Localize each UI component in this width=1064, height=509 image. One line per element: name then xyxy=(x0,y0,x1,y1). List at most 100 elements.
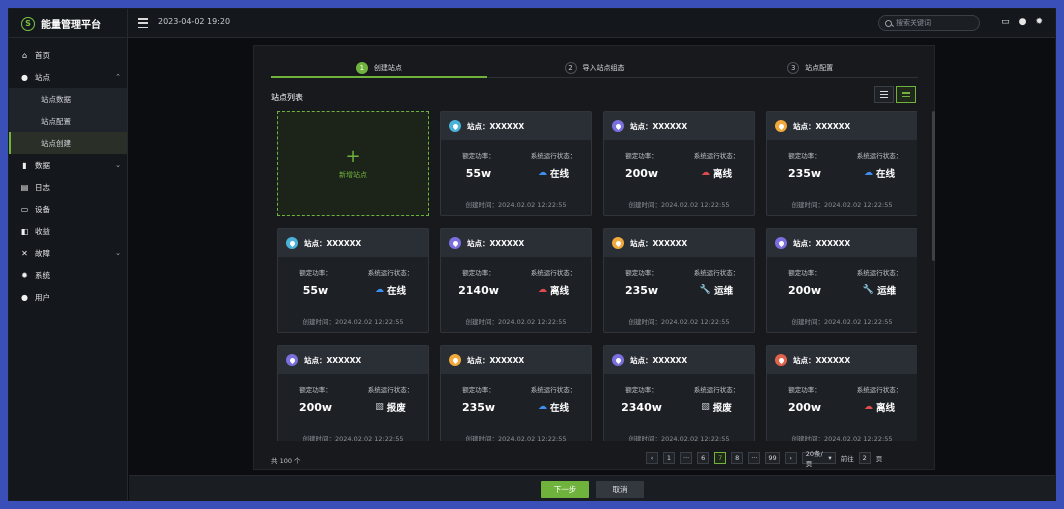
monitor-icon[interactable]: ▭ xyxy=(1001,17,1010,27)
step-2[interactable]: 2 导入站点组态 xyxy=(487,58,703,77)
created-time-value: 2024.02.02 12:22:55 xyxy=(661,318,730,326)
site-card-header: 站点：XXXXXX xyxy=(767,112,917,140)
sidebar-subitem-2[interactable]: 站点创建 xyxy=(9,132,127,154)
next-page-button[interactable]: › xyxy=(784,452,797,464)
step-3[interactable]: 3 站点配置 xyxy=(702,58,918,77)
created-time-value: 2024.02.02 12:22:55 xyxy=(824,435,893,441)
site-card[interactable]: 站点：XXXXXX 额定功率： 系统运行状态： 55w ☁ 在线 创建时间：2024.02.… xyxy=(277,228,429,333)
top-actions: ▭ ● ✹ xyxy=(1001,17,1043,27)
menu-toggle-icon[interactable] xyxy=(138,18,148,28)
rated-power-label: 额定功率： xyxy=(462,269,495,277)
user-icon[interactable]: ● xyxy=(1019,17,1027,27)
site-card[interactable]: 站点：XXXXXX 额定功率： 系统运行状态： 2140w ☁ 离线 创建时间：2024.0… xyxy=(440,228,592,333)
created-time-label: 创建时间： xyxy=(628,318,662,326)
app-window: S 能量管理平台 2023-04-02 19:20 搜索关键词 ▭ ● ✹ ⌂ 首… xyxy=(8,8,1056,501)
created-time: 创建时间：2024.02.02 12:22:55 xyxy=(278,316,428,326)
wrench-icon: 🔧 xyxy=(862,285,875,295)
sidebar-subitem-0[interactable]: 站点数据 xyxy=(9,88,127,110)
next-step-button[interactable]: 下一步 xyxy=(541,481,589,498)
run-status: ☁ 在线 xyxy=(516,166,591,180)
location-pin-icon xyxy=(612,237,624,249)
run-status-label: 系统运行状态： xyxy=(693,386,740,394)
goto-page-input[interactable]: 2 xyxy=(858,452,871,464)
site-card[interactable]: 站点：XXXXXX 额定功率： 系统运行状态： 200w ☁ 离线 创建时间：2024.02… xyxy=(603,111,755,216)
card-view-button[interactable] xyxy=(896,86,916,103)
site-card[interactable]: 站点：XXXXXX 额定功率： 系统运行状态： 200w ☁ 离线 创建时间：2024.02… xyxy=(766,345,917,441)
page-button[interactable]: 99 xyxy=(765,452,780,464)
created-time-label: 创建时间： xyxy=(628,201,662,209)
page-button[interactable]: 8 xyxy=(731,452,744,464)
site-card[interactable]: 站点：XXXXXX 额定功率： 系统运行状态： 235w ☁ 在线 创建时间：2024.02… xyxy=(440,345,592,441)
main-content: 1 创建站点 2 导入站点组态 3 站点配置 站点列表 + 新增站点 站点：XXXXXX 额… xyxy=(129,38,1055,500)
metric-values: 200w ☁ 离线 xyxy=(767,400,917,415)
metric-values: 200w ☁ 离线 xyxy=(604,166,754,181)
site-card-header: 站点：XXXXXX xyxy=(767,346,917,374)
run-status: ☁ 在线 xyxy=(842,166,917,180)
run-status-value: 运维 xyxy=(877,286,897,297)
step-1[interactable]: 1 创建站点 xyxy=(271,58,487,78)
add-site-button[interactable]: + 新增站点 xyxy=(277,111,429,216)
metric-labels: 额定功率： 系统运行状态： xyxy=(441,267,591,277)
page-button[interactable]: 1 xyxy=(663,452,675,464)
site-card[interactable]: 站点：XXXXXX 额定功率： 系统运行状态： 55w ☁ 在线 创建时间：2024.02.… xyxy=(440,111,592,216)
location-pin-icon xyxy=(449,120,461,132)
user-icon: ● xyxy=(21,292,28,302)
page-ellipsis[interactable]: ··· xyxy=(748,452,761,464)
rated-power-label: 额定功率： xyxy=(462,386,495,394)
sidebar-subitem-1[interactable]: 站点配置 xyxy=(9,110,127,132)
sidebar-item-7[interactable]: ✹ 系统 xyxy=(9,264,127,286)
run-status: ▧ 报废 xyxy=(679,400,754,414)
site-name: 站点：XXXXXX xyxy=(467,355,525,365)
search-input[interactable]: 搜索关键词 xyxy=(878,15,980,31)
metric-values: 55w ☁ 在线 xyxy=(441,166,591,181)
sidebar-item-0[interactable]: ⌂ 首页 xyxy=(9,44,127,66)
scrollbar[interactable] xyxy=(932,111,935,261)
page-size-select[interactable]: 20条/页 ▾ xyxy=(801,450,836,468)
metric-labels: 额定功率： 系统运行状态： xyxy=(604,384,754,394)
metric-values: 235w 🔧 运维 xyxy=(604,283,754,298)
created-time-label: 创建时间： xyxy=(465,201,499,209)
location-pin-icon xyxy=(286,354,298,366)
sidebar-item-1[interactable]: ● 站点 ⌃ xyxy=(9,66,127,88)
site-name: 站点：XXXXXX xyxy=(793,355,851,365)
sidebar-item-5[interactable]: ◧ 收益 xyxy=(9,220,127,242)
site-card-header: 站点：XXXXXX xyxy=(278,229,428,257)
site-card[interactable]: 站点：XXXXXX 额定功率： 系统运行状态： 200w 🔧 运维 创建时间：2024.02… xyxy=(766,228,917,333)
sidebar-item-2[interactable]: ▮ 数据 ⌄ xyxy=(9,154,127,176)
page-ellipsis[interactable]: ··· xyxy=(680,452,693,464)
logo: S 能量管理平台 xyxy=(9,9,128,38)
site-card[interactable]: 站点：XXXXXX 额定功率： 系统运行状态： 200w ▧ 报废 创建时间：2024.02… xyxy=(277,345,429,441)
cancel-button[interactable]: 取消 xyxy=(596,481,644,498)
run-status-label: 系统运行状态： xyxy=(530,269,577,277)
sidebar-item-4[interactable]: ▭ 设备 xyxy=(9,198,127,220)
created-time-label: 创建时间： xyxy=(302,435,336,441)
page-size-value: 20条/页 xyxy=(805,450,823,468)
site-card[interactable]: 站点：XXXXXX 额定功率： 系统运行状态： 2340w ▧ 报废 创建时间：2024.0… xyxy=(603,345,755,441)
settings-gear-icon[interactable]: ✹ xyxy=(1035,17,1043,27)
cloud-online-icon: ☁ xyxy=(863,168,873,178)
sidebar-item-8[interactable]: ● 用户 xyxy=(9,286,127,308)
site-card[interactable]: 站点：XXXXXX 额定功率： 系统运行状态： 235w ☁ 在线 创建时间：2024.02… xyxy=(766,111,917,216)
site-list-title: 站点列表 xyxy=(271,93,303,102)
rated-power-label: 额定功率： xyxy=(462,152,495,160)
site-card[interactable]: 站点：XXXXXX 额定功率： 系统运行状态： 235w 🔧 运维 创建时间：2024.02… xyxy=(603,228,755,333)
sidebar-item-3[interactable]: ▤ 日志 xyxy=(9,176,127,198)
step-label: 导入站点组态 xyxy=(582,63,625,72)
created-time-value: 2024.02.02 12:22:55 xyxy=(824,201,893,209)
step-label: 创建站点 xyxy=(373,63,402,72)
site-card-header: 站点：XXXXXX xyxy=(441,112,591,140)
created-time-label: 创建时间： xyxy=(628,435,662,441)
list-view-button[interactable] xyxy=(874,86,894,103)
step-number: 3 xyxy=(787,61,800,74)
run-status: ☁ 在线 xyxy=(353,283,428,297)
site-name: 站点：XXXXXX xyxy=(467,121,525,131)
run-status-value: 在线 xyxy=(386,286,406,297)
page-button[interactable]: 6 xyxy=(697,452,710,464)
cloud-online-icon: ☁ xyxy=(537,402,547,412)
page-button[interactable]: 7 xyxy=(714,452,727,464)
rated-power-value: 200w xyxy=(624,166,659,180)
location-pin-icon xyxy=(775,354,787,366)
sidebar-item-6[interactable]: ✕ 故障 ⌄ xyxy=(9,242,127,264)
prev-page-button[interactable]: ‹ xyxy=(646,452,658,464)
site-card-header: 站点：XXXXXX xyxy=(604,112,754,140)
